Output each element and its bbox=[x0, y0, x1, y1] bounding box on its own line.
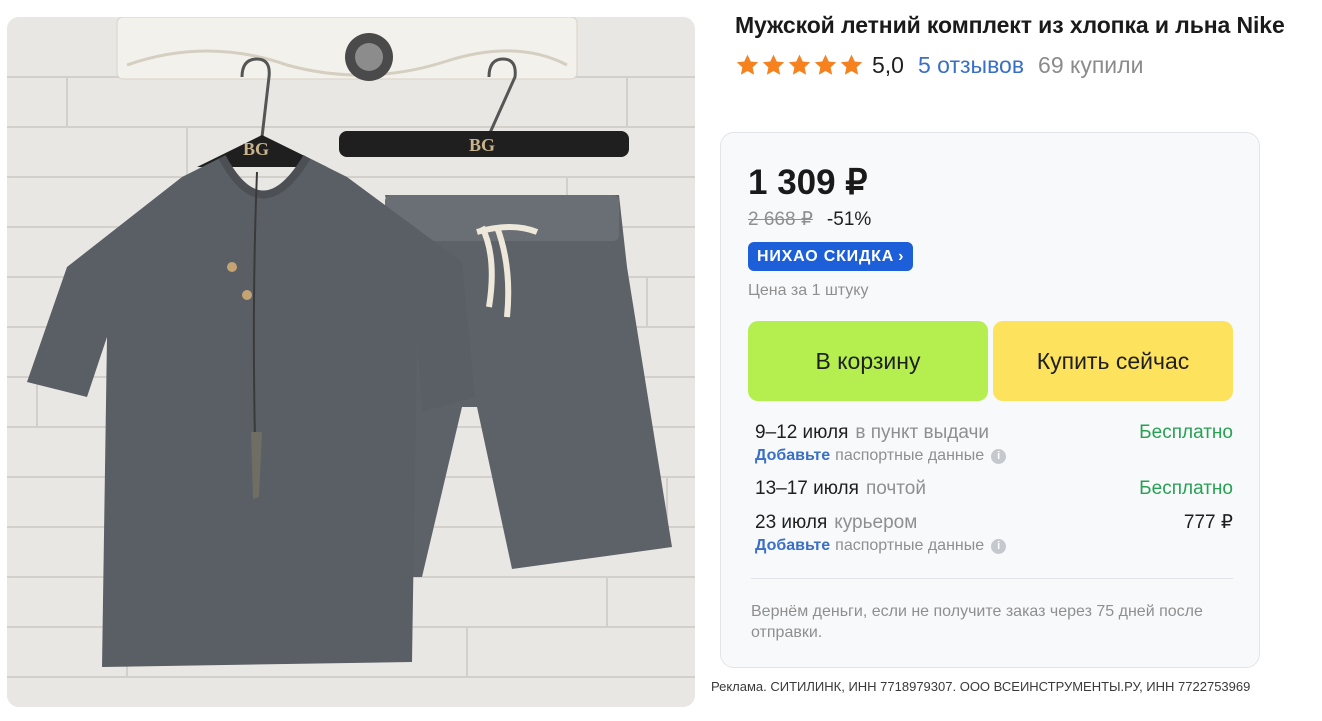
unit-price-note: Цена за 1 штуку bbox=[748, 282, 869, 299]
divider bbox=[751, 578, 1233, 579]
delivery-date: 13–17 июля bbox=[755, 478, 859, 499]
info-icon[interactable]: i bbox=[991, 538, 1007, 554]
rating-stars bbox=[735, 53, 864, 78]
hanger-label: BG bbox=[469, 135, 495, 155]
reviews-link[interactable]: 5 отзывов bbox=[918, 52, 1024, 79]
old-price: 2 668 ₽ bbox=[748, 209, 813, 230]
delivery-date: 23 июля bbox=[755, 512, 828, 533]
buy-card: 1 309 ₽ 2 668 ₽ -51% НИХАО СКИДКА › Цена… bbox=[720, 132, 1260, 668]
delivery-date: 9–12 июля bbox=[755, 422, 849, 443]
current-price: 1 309 ₽ bbox=[748, 163, 868, 202]
chevron-right-icon: › bbox=[898, 247, 905, 265]
delivery-method: в пункт выдачи bbox=[855, 422, 990, 443]
add-to-cart-button[interactable]: В корзину bbox=[748, 321, 988, 401]
buy-now-button[interactable]: Купить сейчас bbox=[993, 321, 1233, 401]
delivery-option-pickup: 9–12 июля в пункт выдачи Бесплатно Добавь… bbox=[755, 422, 1233, 465]
delivery-method: почтой bbox=[865, 478, 926, 499]
passport-note: паспортные данные bbox=[835, 537, 985, 554]
star-icon bbox=[840, 54, 863, 75]
rating-row: 5,0 5 отзывов 69 купили bbox=[735, 50, 1143, 80]
discount-percent: -51% bbox=[826, 208, 872, 230]
promo-badge[interactable]: НИХАО СКИДКА › bbox=[748, 242, 914, 271]
add-passport-link[interactable]: Добавьте bbox=[755, 537, 830, 555]
star-icon bbox=[814, 54, 837, 75]
rating-value: 5,0 bbox=[872, 51, 904, 78]
star-icon bbox=[736, 54, 759, 75]
ad-disclosure: Реклама. СИТИЛИНК, ИНН 7718979307. ООО В… bbox=[711, 679, 1251, 694]
delivery-cost: Бесплатно bbox=[1139, 422, 1233, 443]
delivery-method: курьером bbox=[834, 512, 918, 533]
product-photo[interactable]: BG BG bbox=[7, 17, 695, 707]
product-title: Мужской летний комплект из хлопка и льна… bbox=[735, 12, 1285, 38]
old-price-row: 2 668 ₽ -51% bbox=[748, 208, 871, 231]
star-icon bbox=[788, 54, 811, 75]
bought-count: 69 купили bbox=[1038, 51, 1144, 78]
promo-badge-label: НИХАО СКИДКА bbox=[757, 247, 895, 265]
delivery-cost: 777 ₽ bbox=[1183, 512, 1233, 533]
refund-guarantee: Вернём деньги, если не получите заказ че… bbox=[751, 603, 1203, 641]
hanger-label: BG bbox=[243, 139, 269, 159]
delivery-cost: Бесплатно bbox=[1139, 478, 1233, 499]
star-icon bbox=[762, 54, 785, 75]
delivery-option-courier: 23 июля курьером 777 ₽ Добавьте паспортны… bbox=[755, 511, 1233, 555]
delivery-option-post: 13–17 июля почтой Бесплатно bbox=[755, 478, 1233, 500]
add-passport-link[interactable]: Добавьте bbox=[755, 447, 830, 465]
info-icon[interactable]: i bbox=[991, 448, 1007, 464]
passport-note: паспортные данные bbox=[835, 447, 985, 464]
